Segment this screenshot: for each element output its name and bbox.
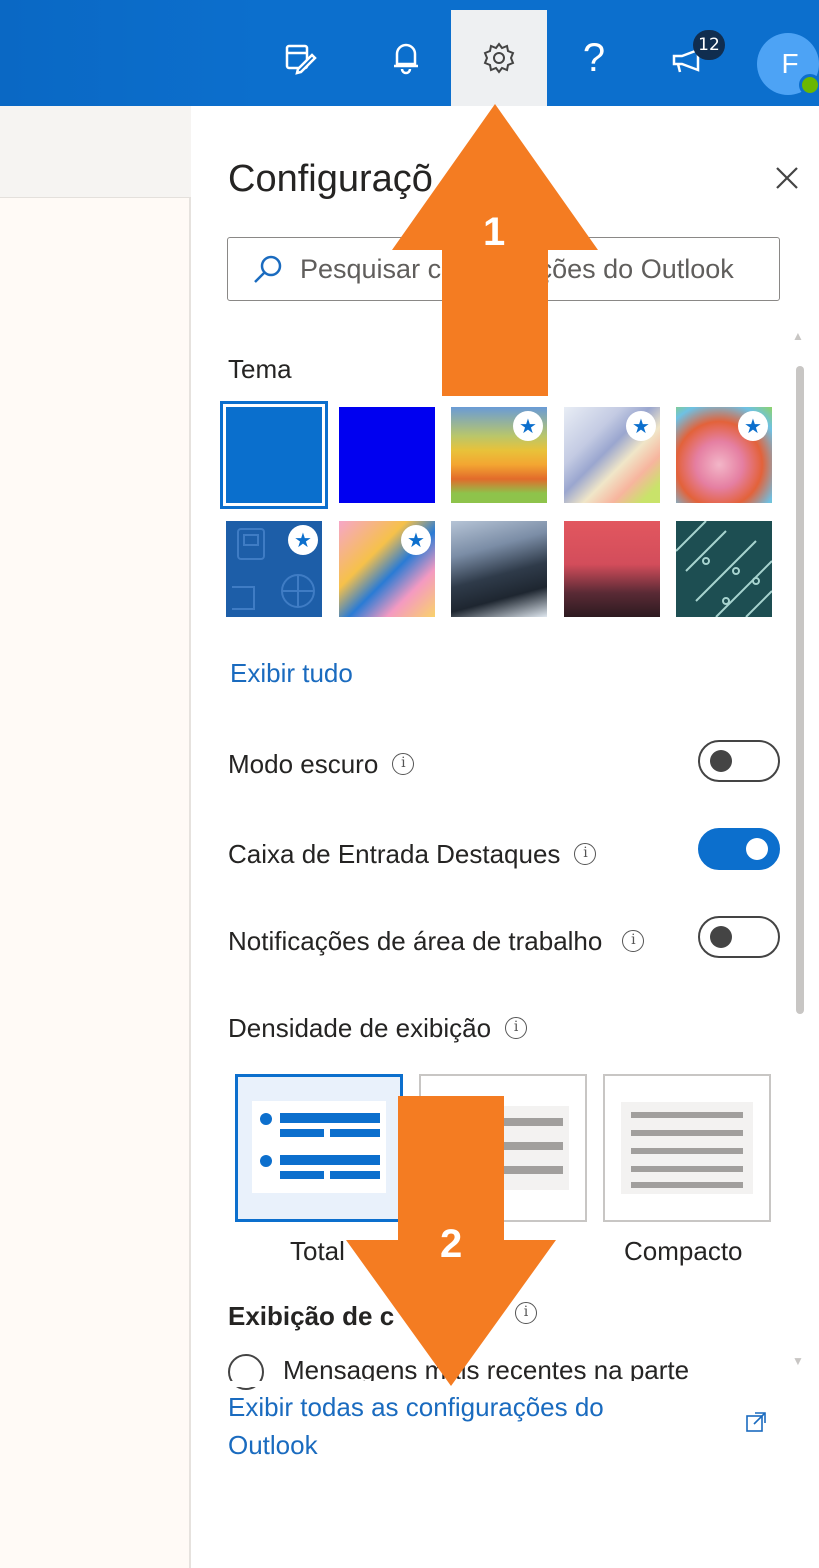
toggle-knob: [710, 750, 732, 772]
theme-tile-sports[interactable]: ★: [226, 521, 322, 617]
conversation-view-row: Exibição de c: [228, 1301, 394, 1332]
desktop-notifications-row: Notificações de área de trabalho i: [228, 926, 645, 957]
density-label-compact: Compacto: [624, 1236, 743, 1266]
search-icon: [254, 255, 282, 283]
density-medium-preview-icon: [437, 1106, 569, 1190]
dark-mode-row: Modo escuro i: [228, 749, 415, 780]
close-button[interactable]: [767, 158, 807, 198]
calendar-edit-icon: [285, 44, 317, 75]
theme-tile-colorful[interactable]: ★: [339, 521, 435, 617]
theme-tile-mountains[interactable]: [451, 521, 547, 617]
annotation-number-2: 2: [440, 1222, 463, 1266]
settings-panel: Configuraçõ ▲ ▼ Tema ★ ★ ★: [193, 106, 819, 1568]
theme-tile-blue[interactable]: [220, 401, 328, 509]
desktop-notifications-label: Notificações de área de trabalho: [228, 926, 603, 956]
info-icon[interactable]: i: [622, 930, 645, 952]
density-label-full: Total: [290, 1236, 345, 1266]
density-option-full[interactable]: [235, 1074, 403, 1222]
dark-mode-label: Modo escuro: [228, 749, 379, 779]
density-option-medium[interactable]: [419, 1074, 587, 1222]
help-icon: ?: [582, 35, 606, 80]
toggle-knob: [710, 926, 732, 948]
density-section-title: Densidade de exibição: [228, 1013, 492, 1043]
calendar-edit-button[interactable]: [252, 10, 348, 106]
theme-section-title: Tema: [228, 354, 292, 384]
theme-tile-darkblue[interactable]: [339, 407, 435, 503]
popout-icon[interactable]: [745, 1411, 767, 1433]
toggle-knob: [746, 838, 768, 860]
focused-inbox-row: Caixa de Entrada Destaques i: [228, 839, 597, 870]
desktop-notifications-toggle[interactable]: [698, 916, 780, 958]
focused-inbox-toggle[interactable]: [698, 828, 780, 870]
scrollbar-thumb[interactable]: [796, 366, 804, 1014]
panel-title: Configuraçõ: [228, 158, 433, 200]
info-icon[interactable]: i: [515, 1302, 537, 1324]
info-icon[interactable]: i: [392, 753, 415, 775]
premium-star-icon: ★: [738, 411, 768, 441]
scroll-down-arrow[interactable]: ▼: [792, 1354, 808, 1368]
top-bar: ? 12 F: [0, 0, 819, 106]
scroll-up-arrow[interactable]: ▲: [792, 329, 808, 343]
theme-tile-waves[interactable]: ★: [451, 407, 547, 503]
view-all-themes-link[interactable]: Exibir tudo: [230, 658, 353, 689]
premium-star-icon: ★: [401, 525, 431, 555]
density-full-preview-icon: [252, 1101, 386, 1193]
theme-tile-stripes[interactable]: ★: [564, 407, 660, 503]
dark-mode-toggle[interactable]: [698, 740, 780, 782]
info-icon[interactable]: i: [574, 843, 597, 865]
theme-tile-circuit[interactable]: [676, 521, 772, 617]
theme-tile-character[interactable]: ★: [676, 407, 772, 503]
close-icon: [776, 167, 798, 189]
annotation-number-1: 1: [483, 210, 506, 254]
density-option-compact[interactable]: [603, 1074, 771, 1222]
circuit-pattern-icon: [676, 521, 772, 617]
bell-icon: [394, 43, 418, 75]
density-row: Densidade de exibição i: [228, 1013, 528, 1044]
focused-inbox-label: Caixa de Entrada Destaques: [228, 839, 561, 869]
notification-badge: 12: [693, 30, 725, 60]
presence-status-icon: [799, 74, 819, 96]
top-bar-left: [0, 0, 260, 106]
settings-button[interactable]: [451, 10, 547, 106]
theme-tile-sunset[interactable]: [564, 521, 660, 617]
info-icon[interactable]: i: [505, 1017, 528, 1039]
whats-new-button[interactable]: [640, 10, 736, 106]
mail-list-header: [0, 106, 191, 198]
search-input[interactable]: [300, 248, 770, 290]
conversation-view-title: Exibição de c: [228, 1301, 395, 1331]
premium-star-icon: ★: [288, 525, 318, 555]
premium-star-icon: ★: [513, 411, 543, 441]
view-all-settings-link[interactable]: Exibir todas as configurações do Outlook: [228, 1388, 648, 1464]
premium-star-icon: ★: [626, 411, 656, 441]
help-button[interactable]: ?: [546, 10, 642, 106]
gear-icon: [483, 42, 515, 74]
notifications-button[interactable]: [358, 10, 454, 106]
mail-list-area: [0, 106, 191, 1568]
newest-on-top-label: Mensagens mais recentes na parte: [283, 1355, 690, 1383]
footer-divider: [193, 1381, 819, 1387]
density-compact-preview-icon: [621, 1102, 753, 1194]
